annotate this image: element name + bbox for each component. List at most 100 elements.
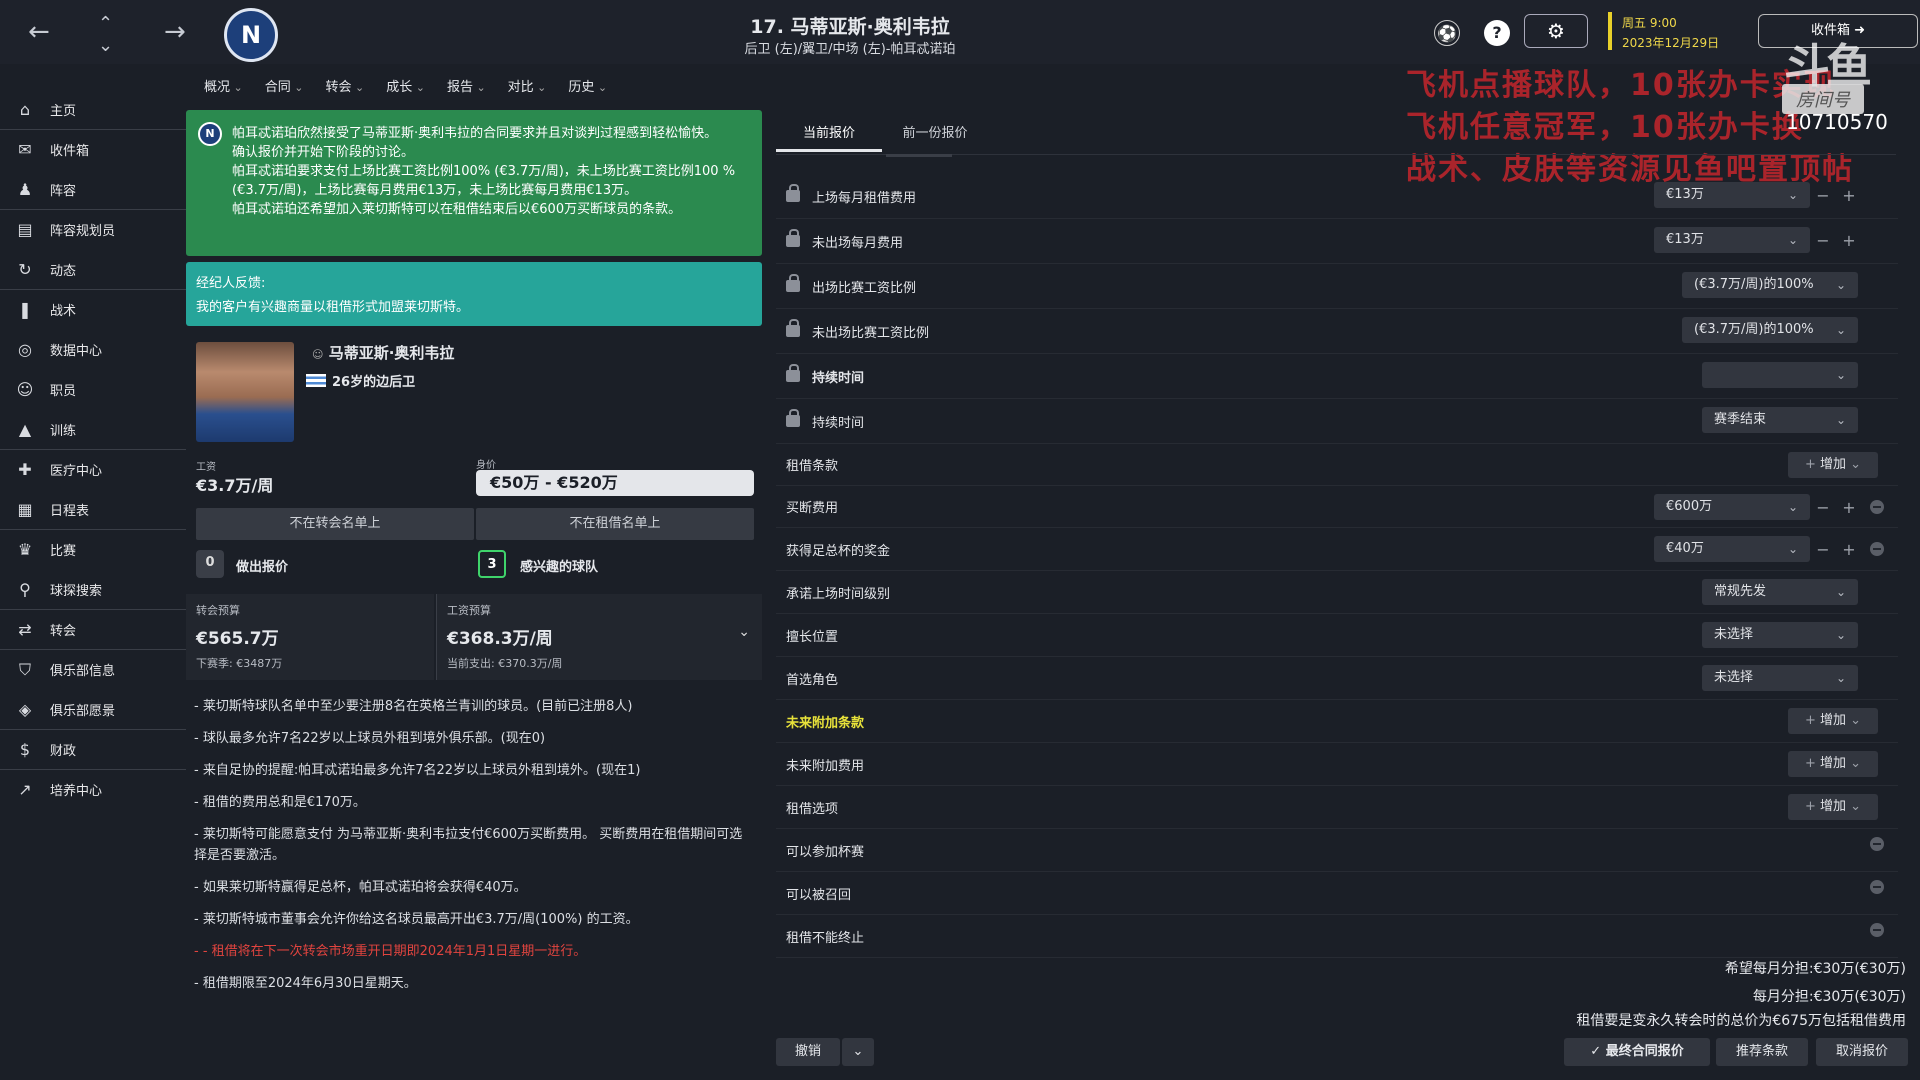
- sidebar-item-inbox[interactable]: ✉ 收件箱: [0, 130, 186, 170]
- remove-icon[interactable]: [1870, 880, 1884, 894]
- decrease-icon[interactable]: −: [1810, 231, 1836, 250]
- tab-current-offer[interactable]: 当前报价: [776, 122, 882, 152]
- sidebar-item-squad[interactable]: ♟ 阵容: [0, 170, 186, 210]
- sidebar-item-vision[interactable]: ◈ 俱乐部愿景: [0, 690, 186, 730]
- top-bar: ← ⌃ ⌄ → N 17. 马蒂亚斯·奥利韦拉 后卫 (左)/翼卫/中场 (左)…: [0, 0, 1920, 64]
- menu-item[interactable]: 历史: [568, 76, 607, 100]
- sidebar-item-data-hub[interactable]: ◎ 数据中心: [0, 330, 186, 370]
- add-term-button[interactable]: + 增加 ⌄: [1788, 708, 1878, 734]
- player-photo[interactable]: [196, 342, 294, 442]
- ball-icon[interactable]: ⚽: [1434, 20, 1460, 46]
- sidebar-item-staff[interactable]: ☺ 职员: [0, 370, 186, 410]
- offer-term-row: 买断费用 €600万 ⌄ − +: [776, 486, 1898, 528]
- menu-item[interactable]: 对比: [508, 76, 547, 100]
- loan-note: - 莱切斯特可能愿意支付 为马蒂亚斯·奥利韦拉支付€600万买断费用。 买断费用…: [194, 827, 743, 863]
- help-icon[interactable]: ?: [1484, 20, 1510, 46]
- loan-list-status[interactable]: 不在租借名单上: [476, 508, 754, 540]
- offer-term-dropdown[interactable]: (€3.7万/周)的100% ⌄: [1682, 272, 1858, 298]
- increase-icon[interactable]: +: [1836, 231, 1862, 250]
- trophy-icon: ♛: [17, 540, 33, 559]
- undo-dropdown-button[interactable]: ⌄: [842, 1038, 874, 1066]
- menu-item[interactable]: 转会: [325, 76, 364, 100]
- decrease-icon[interactable]: −: [1810, 498, 1836, 517]
- increase-icon[interactable]: +: [1836, 498, 1862, 517]
- add-term-button[interactable]: + 增加 ⌄: [1788, 794, 1878, 820]
- plus-icon: +: [1804, 756, 1820, 771]
- sidebar-item-training[interactable]: ▲ 训练: [0, 410, 186, 450]
- sidebar-item-medical[interactable]: ✚ 医疗中心: [0, 450, 186, 490]
- tab-previous-offer[interactable]: 前一份报价: [882, 122, 988, 152]
- loan-note: - 莱切斯特球队名单中至少要注册8名在英格兰青训的球员。(目前已注册8人): [194, 699, 633, 714]
- add-term-button[interactable]: + 增加 ⌄: [1788, 751, 1878, 777]
- offer-term-label: 擅长位置: [786, 629, 839, 645]
- add-label: 增加: [1819, 457, 1846, 472]
- sidebar-item-finance[interactable]: $ 财政: [0, 730, 186, 770]
- decrease-icon[interactable]: −: [1810, 186, 1836, 205]
- suggest-terms-button[interactable]: 推荐条款: [1716, 1038, 1808, 1066]
- offer-term-dropdown[interactable]: 赛季结束 ⌄: [1702, 407, 1858, 433]
- remove-icon[interactable]: [1870, 837, 1884, 851]
- lock-icon[interactable]: [786, 274, 800, 292]
- sidebar-item-label: 动态: [50, 264, 77, 279]
- final-offer-button[interactable]: ✓ 最终合同报价: [1564, 1038, 1710, 1066]
- menu-item[interactable]: 合同: [265, 76, 304, 100]
- menu-item[interactable]: 报告: [447, 76, 486, 100]
- offer-term-dropdown[interactable]: 常规先发 ⌄: [1702, 579, 1858, 605]
- lock-icon[interactable]: [786, 229, 800, 247]
- menu-item[interactable]: 成长: [386, 76, 425, 100]
- sidebar-item-calendar[interactable]: ▦ 日程表: [0, 490, 186, 530]
- wage-label: 工资: [196, 462, 216, 473]
- increase-icon[interactable]: +: [1836, 186, 1862, 205]
- sidebar-item-label: 训练: [50, 424, 77, 439]
- offer-term-dropdown[interactable]: 未选择 ⌄: [1702, 622, 1858, 648]
- add-term-button[interactable]: + 增加 ⌄: [1788, 452, 1878, 478]
- loan-note: - 球队最多允许7名22岁以上球员外租到境外俱乐部。(现在0): [194, 731, 546, 746]
- offer-term-dropdown[interactable]: (€3.7万/周)的100% ⌄: [1682, 317, 1858, 343]
- sidebar-item-tactics[interactable]: ❚ 战术: [0, 290, 186, 330]
- remove-icon[interactable]: [1870, 923, 1884, 937]
- offer-term-label: 租借条款: [786, 459, 839, 474]
- offer-term-label: 持续时间: [812, 415, 865, 431]
- club-logo[interactable]: N: [224, 8, 278, 62]
- offer-term-dropdown[interactable]: ⌄: [1702, 362, 1858, 388]
- sidebar-item-search[interactable]: ⚲ 球探搜索: [0, 570, 186, 610]
- offers-label[interactable]: 做出报价: [236, 556, 288, 575]
- offer-term-control: [1862, 923, 1898, 937]
- offer-term-label: 未出场每月费用: [812, 235, 904, 251]
- offer-term-label: 出场比赛工资比例: [812, 280, 917, 296]
- offer-term-dropdown[interactable]: €13万 ⌄: [1654, 227, 1810, 253]
- lock-icon[interactable]: [786, 364, 800, 382]
- forward-arrow-icon[interactable]: →: [164, 12, 186, 52]
- chevron-down-icon[interactable]: ⌄: [738, 624, 750, 640]
- sidebar-item-development[interactable]: ↗ 培养中心: [0, 770, 186, 810]
- offer-term-row: 持续时间 赛季结束 ⌄: [776, 399, 1898, 444]
- offer-term-dropdown[interactable]: 未选择 ⌄: [1702, 665, 1858, 691]
- menu-item[interactable]: 概况: [204, 76, 243, 100]
- remove-icon[interactable]: [1870, 500, 1884, 514]
- increase-icon[interactable]: +: [1836, 540, 1862, 559]
- offer-term-dropdown[interactable]: €600万 ⌄: [1654, 494, 1810, 520]
- chevron-down-icon[interactable]: ⌄: [98, 26, 113, 66]
- sidebar-item-trophy[interactable]: ♛ 比赛: [0, 530, 186, 570]
- offer-term-dropdown[interactable]: €40万 ⌄: [1654, 536, 1810, 562]
- offer-term-dropdown[interactable]: €13万 ⌄: [1654, 182, 1810, 208]
- sidebar-item-dynamics[interactable]: ↻ 动态: [0, 250, 186, 290]
- sidebar-item-transfer[interactable]: ⇄ 转会: [0, 610, 186, 650]
- offer-term-control: ⌄: [1702, 362, 1898, 388]
- lock-icon[interactable]: [786, 184, 800, 202]
- transfer-list-status[interactable]: 不在转会名单上: [196, 508, 474, 540]
- interested-label[interactable]: 感兴趣的球队: [520, 556, 598, 575]
- wage-budget[interactable]: 工资预算 €368.3万/周 当前支出: €370.3万/周 ⌄: [436, 594, 762, 680]
- player-name[interactable]: ☺ 马蒂亚斯·奥利韦拉: [312, 342, 454, 363]
- lock-icon[interactable]: [786, 409, 800, 427]
- sidebar-item-home[interactable]: ⌂ 主页: [0, 90, 186, 130]
- remove-icon[interactable]: [1870, 542, 1884, 556]
- sidebar-item-clipboard[interactable]: ▤ 阵容规划员: [0, 210, 186, 250]
- undo-button[interactable]: 撤销: [776, 1038, 840, 1066]
- sidebar-item-shield[interactable]: ⛉ 俱乐部信息: [0, 650, 186, 690]
- decrease-icon[interactable]: −: [1810, 540, 1836, 559]
- settings-button[interactable]: ⚙: [1524, 14, 1588, 48]
- lock-icon[interactable]: [786, 319, 800, 337]
- cancel-offer-button[interactable]: 取消报价: [1816, 1038, 1908, 1066]
- back-arrow-icon[interactable]: ←: [28, 12, 50, 52]
